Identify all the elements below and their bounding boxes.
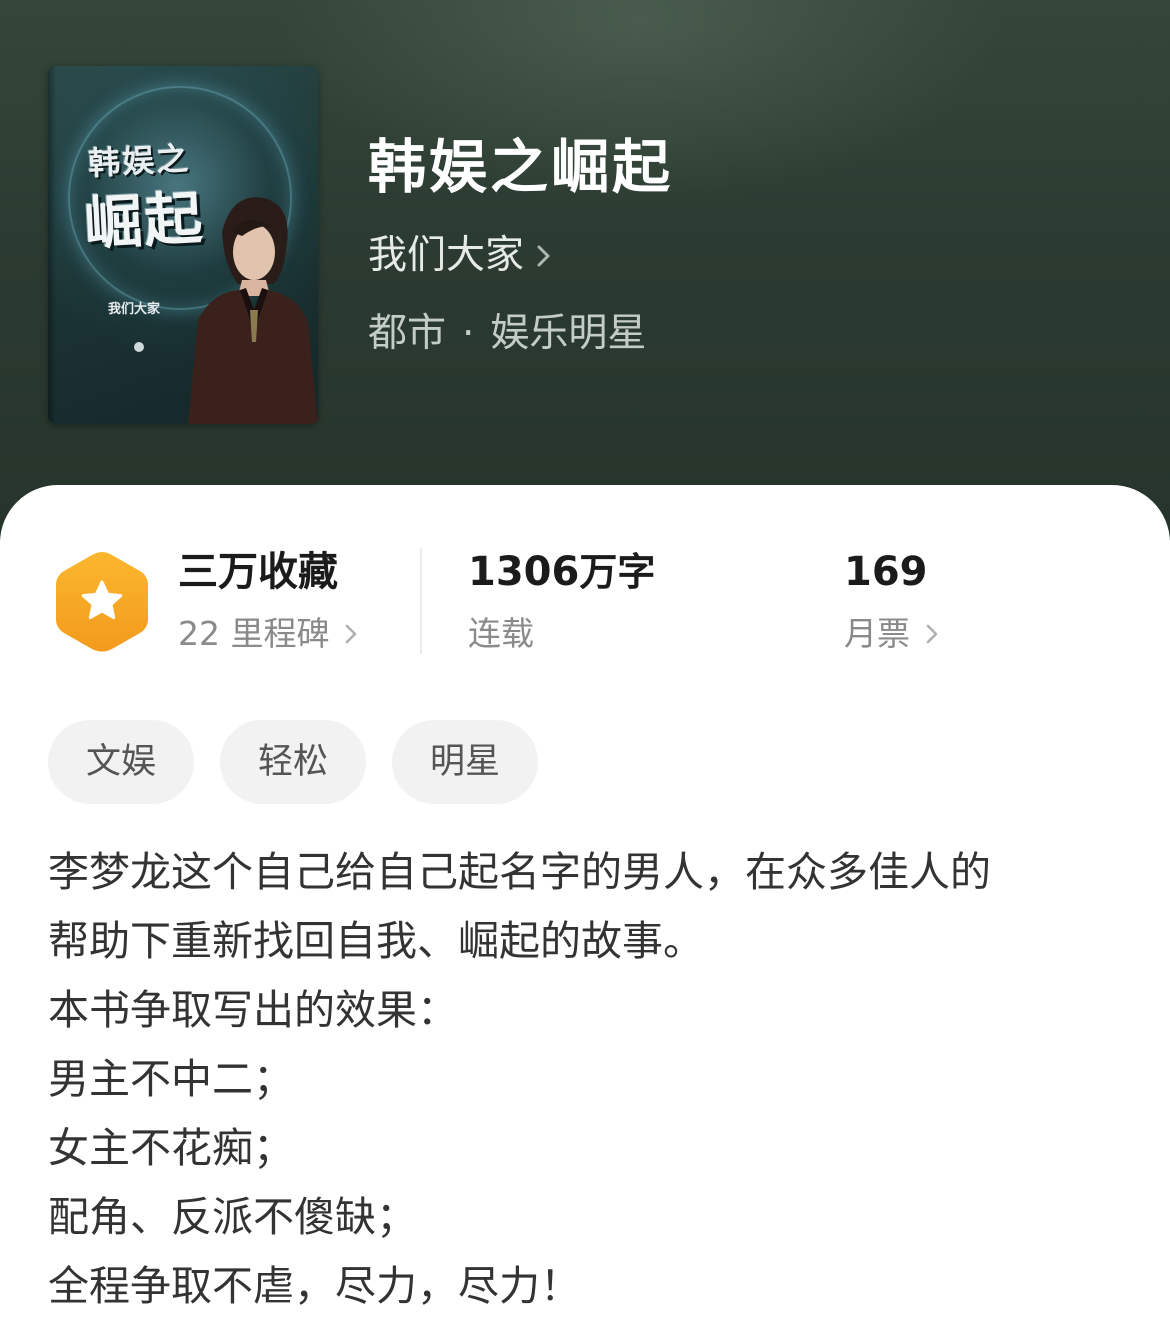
synopsis-line: 帮助下重新找回自我、崛起的故事。 xyxy=(48,917,704,965)
favorites-stat[interactable]: 三万收藏 22 里程碑 xyxy=(178,546,359,658)
synopsis-line: 女主不花痴； xyxy=(48,1124,294,1172)
milestone-label: 22 里程碑 xyxy=(178,614,330,653)
word-count: 1306万字 xyxy=(468,546,655,598)
monthly-ticket-label: 月票 xyxy=(844,614,910,653)
book-cover[interactable]: 韩娱之 崛起 我们大家 xyxy=(48,66,318,424)
monthly-ticket-link[interactable]: 月票 xyxy=(844,610,940,658)
author-name: 我们大家 xyxy=(368,233,525,278)
word-count-unit: 万字 xyxy=(579,550,656,594)
chevron-right-icon xyxy=(537,245,550,267)
chevron-right-icon xyxy=(346,624,357,644)
milestone-link[interactable]: 22 里程碑 xyxy=(178,610,359,658)
synopsis-line: 本书争取写出的效果： xyxy=(48,986,458,1034)
star-hexagon-icon xyxy=(56,552,148,652)
tag-list: 文娱 轻松 明星 xyxy=(48,720,564,804)
stat-divider xyxy=(420,548,422,654)
author-link[interactable]: 我们大家 xyxy=(368,228,554,284)
tag-chip[interactable]: 明星 xyxy=(392,720,539,804)
chevron-right-icon xyxy=(926,624,938,644)
monthly-ticket-count: 169 xyxy=(844,549,928,595)
synopsis-line: 李梦龙这个自己给自己起名字的男人，在众多佳人的 xyxy=(48,848,991,896)
synopsis-line: 配角、反派不傻缺； xyxy=(48,1193,417,1241)
genre-separator: · xyxy=(462,311,475,356)
favorites-count: 三万收藏 xyxy=(178,549,338,595)
tag-chip[interactable]: 文娱 xyxy=(48,720,195,804)
serial-status: 连载 xyxy=(468,614,534,653)
subcategory-label: 娱乐明星 xyxy=(490,311,647,356)
synopsis-line: 男主不中二； xyxy=(48,1055,294,1103)
tag-chip[interactable]: 轻松 xyxy=(220,720,367,804)
synopsis-line: 全程争取不虐，尽力，尽力！ xyxy=(48,1262,581,1310)
cover-author: 我们大家 xyxy=(108,302,161,317)
book-synopsis: 李梦龙这个自己给自己起名字的男人，在众多佳人的 帮助下重新找回自我、崛起的故事。… xyxy=(48,838,1128,1321)
cover-character-illustration xyxy=(188,197,318,424)
genre-line: 都市 · 娱乐明星 xyxy=(368,306,646,362)
word-count-stat: 1306万字 连载 xyxy=(468,546,655,658)
monthly-ticket-stat[interactable]: 169 月票 xyxy=(844,546,940,658)
word-count-number: 1306 xyxy=(468,549,580,595)
category-label: 都市 xyxy=(368,311,447,356)
cover-spine xyxy=(48,66,56,424)
book-title: 韩娱之崛起 xyxy=(368,133,674,201)
cover-publisher-mark xyxy=(134,342,144,352)
book-header: 韩娱之 崛起 我们大家 韩娱之崛起 我们大家 都市 · 娱乐明星 xyxy=(0,0,1170,540)
